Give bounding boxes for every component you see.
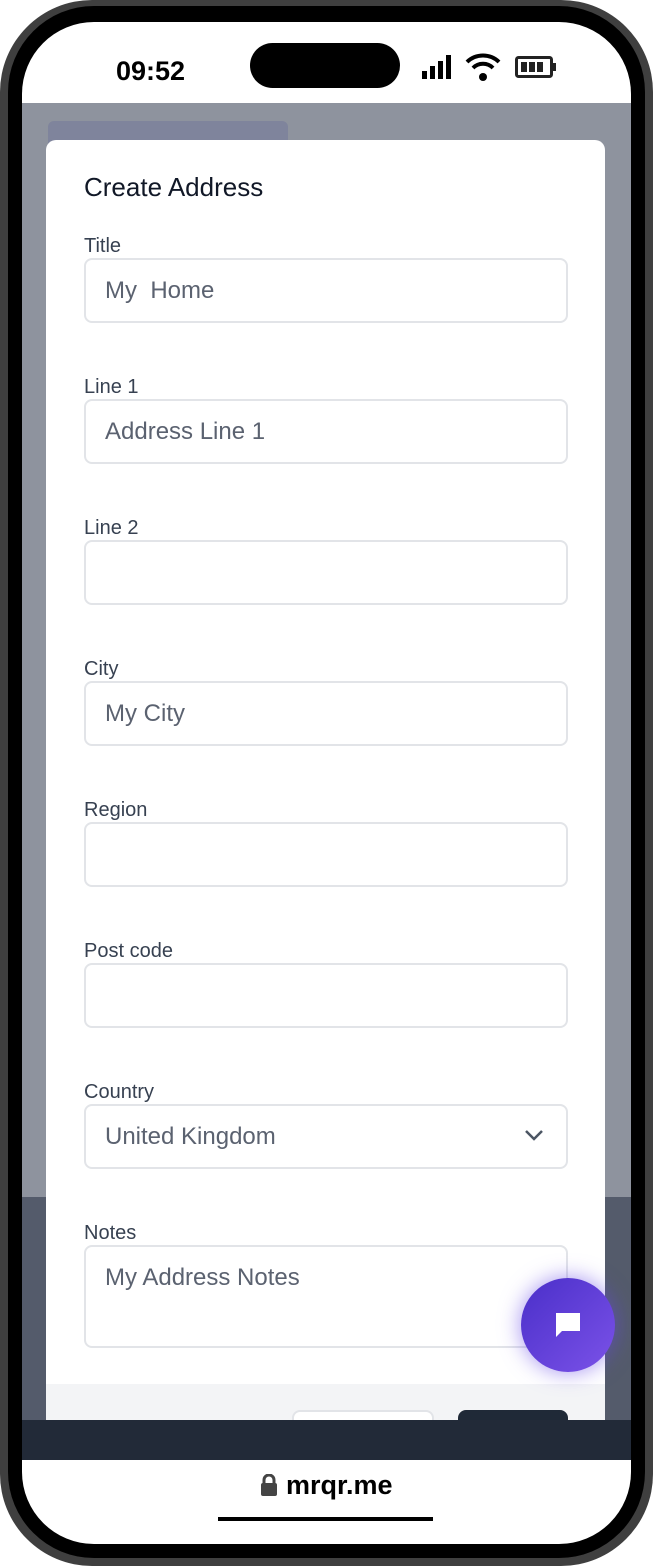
line2-input[interactable] [84,540,568,605]
field-label: Country [84,1081,155,1103]
line1-field: Line 1 Address Line 1 [84,376,568,464]
signal-icon [422,55,451,79]
notes-field: Notes My Address Notes [84,1222,568,1348]
title-field: Title My Home [84,235,568,323]
country-value: United Kingdom [105,1122,276,1150]
battery-icon [515,56,556,78]
phone-screen: 09:52 Create Address Title My Home Line … [22,22,631,1544]
postcode-field: Post code [84,940,568,1028]
wifi-icon [465,53,501,81]
field-label: Region [84,799,148,821]
region-field: Region [84,799,568,887]
url-bar[interactable]: mrqr.me [22,1470,631,1501]
lock-icon [261,1473,278,1496]
chevron-down-icon [525,1130,543,1141]
country-select[interactable]: United Kingdom [84,1104,568,1169]
browser-toolbar [22,1420,631,1460]
field-label: Line 2 [84,517,139,539]
postcode-input[interactable] [84,963,568,1028]
notes-textarea[interactable]: My Address Notes [84,1245,568,1348]
modal-title: Create Address [84,172,264,202]
chat-bubble-icon [556,1313,580,1337]
web-page-backdrop: Create Address Title My Home Line 1 Addr… [22,103,631,1420]
city-field: City My City [84,658,568,746]
field-label: Line 1 [84,376,139,398]
home-indicator[interactable] [218,1517,433,1521]
line1-input[interactable]: Address Line 1 [84,399,568,464]
country-field: Country United Kingdom [84,1081,568,1169]
region-input[interactable] [84,822,568,887]
dynamic-island [250,43,400,88]
create-address-modal: Create Address Title My Home Line 1 Addr… [46,140,605,1420]
title-input[interactable]: My Home [84,258,568,323]
status-time: 09:52 [116,56,186,86]
city-input[interactable]: My City [84,681,568,746]
field-label: Post code [84,940,173,962]
modal-footer [46,1384,605,1420]
save-button[interactable] [458,1410,568,1420]
url-text: mrqr.me [285,1470,393,1500]
line2-field: Line 2 [84,517,568,605]
field-label: Notes [84,1222,137,1244]
cancel-button[interactable] [292,1410,434,1420]
field-label: City [84,658,119,680]
field-label: Title [84,235,122,257]
status-icons [422,52,557,82]
chat-button[interactable] [521,1278,615,1372]
